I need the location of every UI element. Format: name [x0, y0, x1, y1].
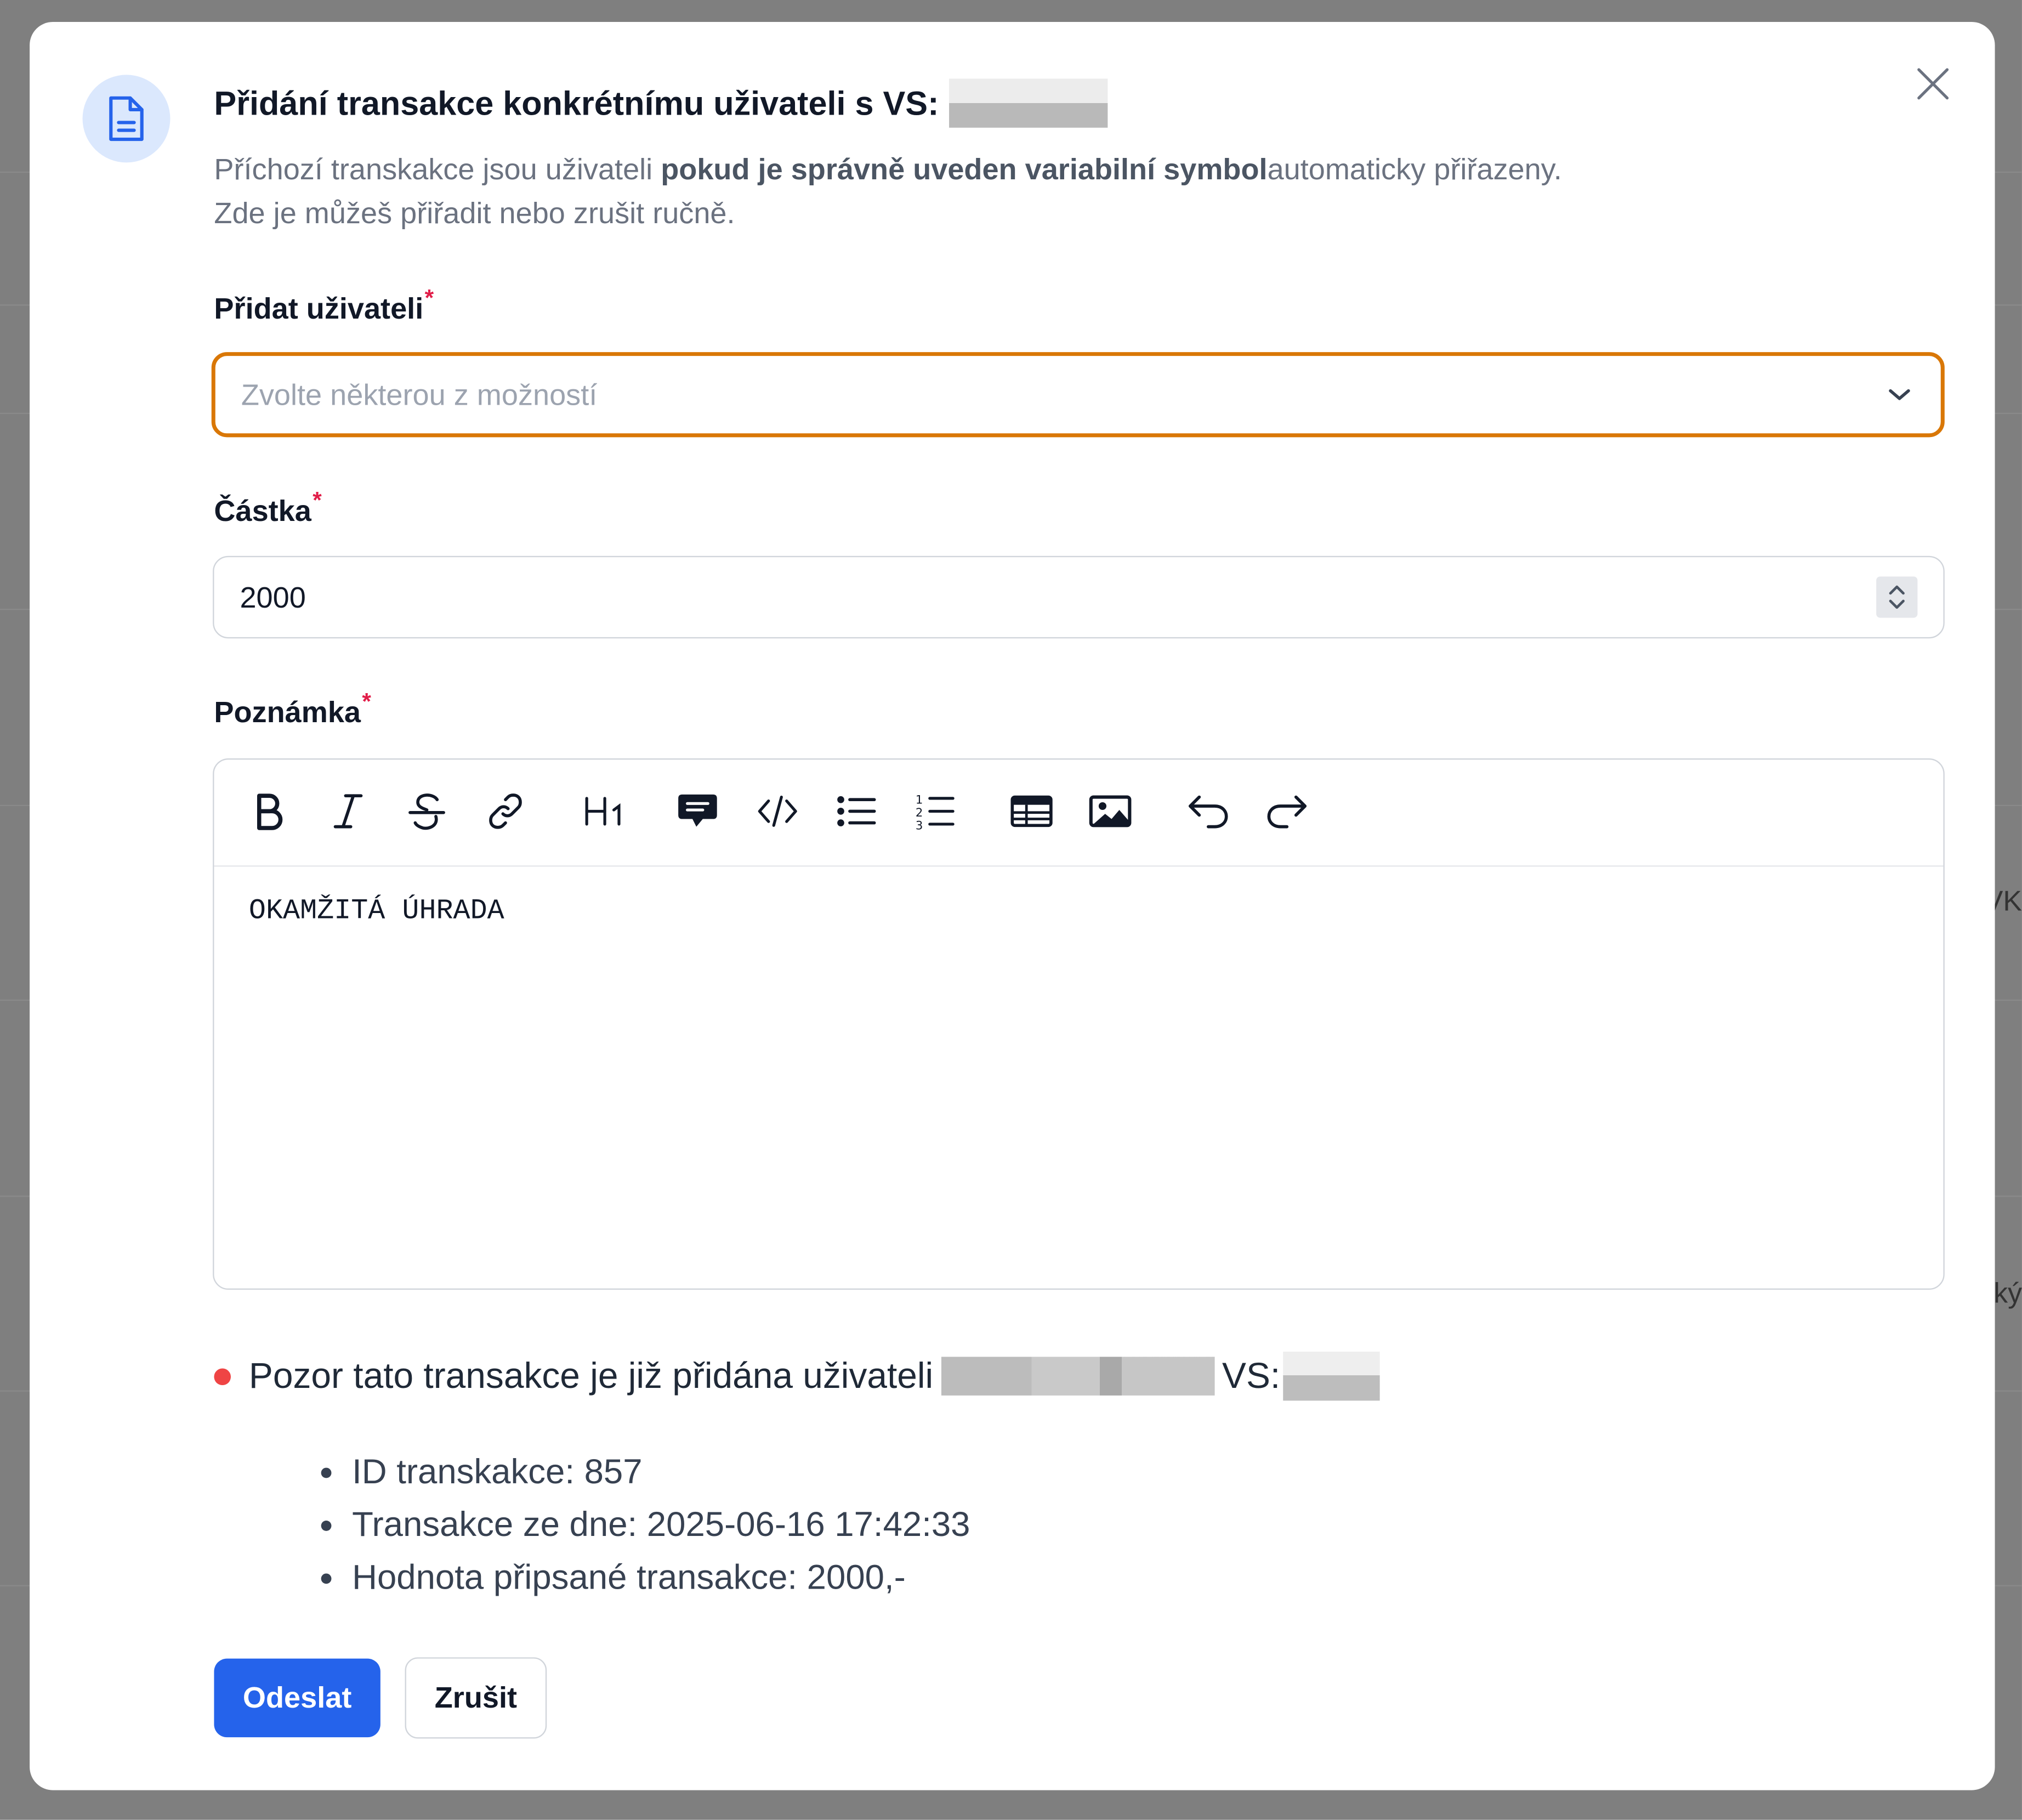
warning-message: Pozor tato transakce je již přidána uživ… [214, 1351, 1380, 1401]
list-item: Transakce ze dne: 2025-06-16 17:42:33 [321, 1499, 970, 1551]
list-item: ID transkakce: 857 [321, 1446, 970, 1499]
undo-icon [1189, 795, 1228, 829]
description-text: Příchozí transkakce jsou uživateli [214, 152, 661, 186]
bullet-list-icon [837, 796, 876, 826]
note-editor: 1 2 3 OKAMŽITÁ ÚHRADA [213, 758, 1945, 1290]
bold-button[interactable] [242, 785, 294, 837]
amount-label-text: Částka [214, 494, 311, 528]
svg-text:1: 1 [916, 792, 923, 806]
redacted-vs [1282, 1351, 1380, 1401]
note-text: OKAMŽITÁ ÚHRADA [248, 895, 504, 928]
number-spinner[interactable] [1876, 576, 1918, 618]
undo-button[interactable] [1183, 785, 1234, 837]
detail-text: Hodnota připsané transakce: 2000,- [352, 1558, 906, 1597]
dialog-title-text: Přidání transakce konkrétnímu uživateli … [214, 83, 939, 122]
image-button[interactable] [1084, 785, 1136, 837]
svg-text:2: 2 [916, 806, 923, 819]
cancel-button[interactable]: Zrušit [405, 1657, 547, 1739]
description-text: automaticky přiřazeny. [1267, 152, 1562, 186]
table-button[interactable] [1006, 785, 1058, 837]
detail-text: ID transkakce: 857 [352, 1452, 643, 1491]
svg-text:3: 3 [916, 818, 923, 832]
image-icon [1089, 795, 1132, 827]
italic-button[interactable] [322, 785, 374, 837]
user-select[interactable]: Zvolte některou z možností [211, 352, 1945, 438]
link-icon [489, 793, 522, 829]
bullet [321, 1519, 332, 1530]
italic-icon [333, 794, 363, 829]
list-item: Hodnota připsané transakce: 2000,- [321, 1551, 970, 1604]
strikethrough-icon [408, 793, 445, 830]
redo-icon [1267, 795, 1307, 829]
quote-button[interactable] [672, 785, 723, 837]
numbered-list-icon: 1 2 3 [916, 792, 955, 832]
close-icon [1917, 68, 1949, 100]
quote-icon [678, 794, 717, 827]
editor-toolbar: 1 2 3 [214, 759, 1944, 867]
detail-text: Transakce ze dne: 2025-06-16 17:42:33 [352, 1505, 970, 1544]
bullet [321, 1467, 332, 1478]
dialog-title: Přidání transakce konkrétnímu uživateli … [214, 78, 1108, 128]
submit-button[interactable]: Odeslat [214, 1658, 380, 1738]
bold-icon [257, 793, 283, 830]
dialog-description: Příchozí transkakce jsou uživateli pokud… [214, 147, 1561, 235]
close-button[interactable] [1912, 63, 1953, 104]
redacted-username [941, 1357, 1214, 1396]
amount-input[interactable]: 2000 [213, 555, 1945, 639]
strikethrough-button[interactable] [401, 785, 452, 837]
code-button[interactable] [752, 785, 803, 837]
note-label-text: Poznámka [214, 695, 361, 729]
amount-field-label: Částka * [214, 487, 321, 529]
user-label-text: Přidat uživateli [214, 291, 424, 325]
description-line2: Zde je můžeš přiřadit nebo zrušit ručně. [214, 196, 735, 230]
warning-dot [214, 1368, 231, 1385]
required-mark: * [313, 487, 322, 514]
note-editor-content[interactable]: OKAMŽITÁ ÚHRADA [214, 867, 1943, 956]
transaction-details: ID transkakce: 857 Transakce ze dne: 202… [321, 1446, 970, 1604]
code-icon [758, 795, 797, 827]
table-icon [1010, 795, 1053, 827]
warning-vs-label: VS: [1222, 1355, 1281, 1396]
spinner-arrows-icon [1889, 585, 1905, 609]
user-select-placeholder: Zvolte některou z možností [241, 377, 598, 411]
transaction-dialog: Přidání transakce konkrétnímu uživateli … [30, 21, 1995, 1790]
note-field-label: Poznámka * [214, 689, 371, 730]
document-icon [82, 75, 171, 163]
required-mark: * [424, 285, 434, 311]
user-field-label: Přidat uživateli * [214, 285, 434, 327]
bullet-list-button[interactable] [831, 785, 882, 837]
bullet [321, 1573, 332, 1584]
heading-button[interactable] [575, 785, 634, 837]
amount-value: 2000 [240, 580, 306, 614]
background-text: ký [1993, 1277, 2022, 1309]
heading-icon [585, 797, 621, 826]
chevron-down-icon [1889, 389, 1910, 400]
required-mark: * [362, 688, 371, 715]
screen: VK ký Přidání transakce konkrétnímu uživ… [0, 0, 2022, 1820]
link-button[interactable] [480, 785, 531, 837]
redacted-vs [949, 78, 1108, 128]
warning-text: Pozor tato transakce je již přidána uživ… [248, 1355, 934, 1396]
redo-button[interactable] [1261, 785, 1313, 837]
description-bold: pokud je správně uveden variabilní symbo… [661, 152, 1268, 186]
numbered-list-button[interactable]: 1 2 3 [909, 785, 961, 837]
